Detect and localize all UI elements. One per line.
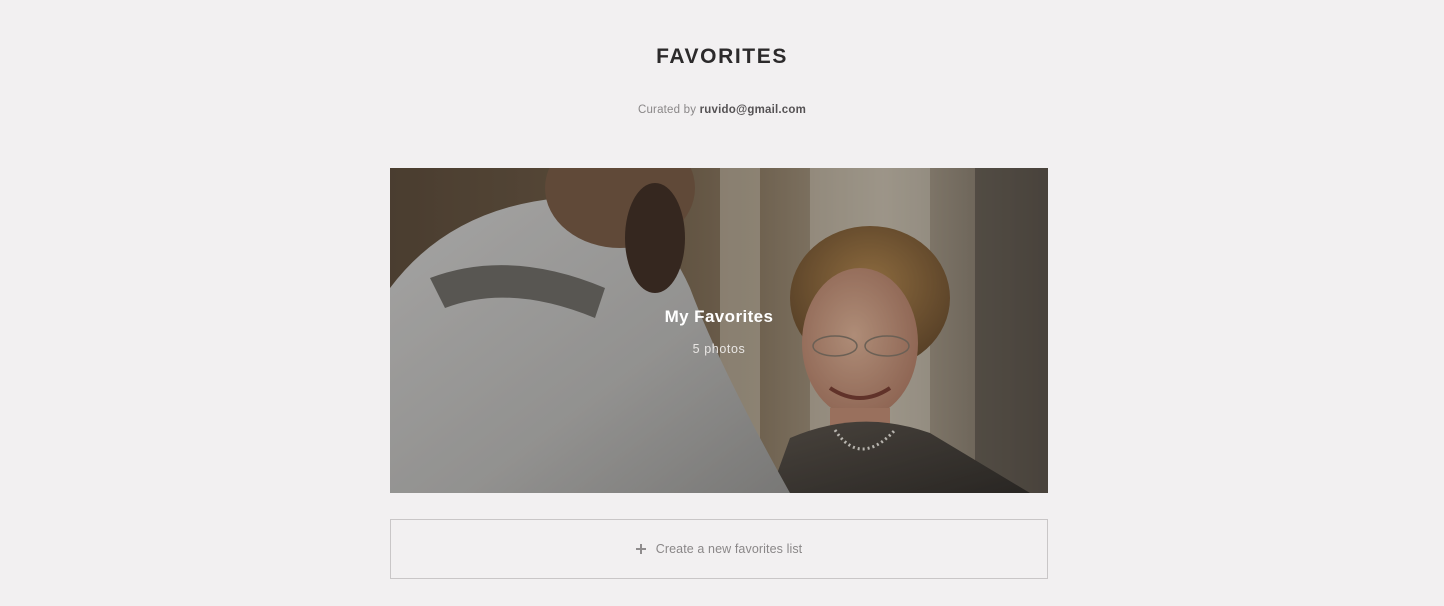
list-title: My Favorites — [664, 307, 774, 326]
page-title: FAVORITES — [656, 45, 788, 68]
curated-by-line: Curated by ruvido@gmail.com — [0, 103, 1444, 117]
card-overlay — [390, 168, 1048, 493]
curated-by-prefix: Curated by — [637, 104, 697, 116]
favorites-list-card[interactable]: My Favorites 5 photos — [390, 168, 1048, 493]
plus-icon — [635, 544, 646, 554]
create-list-label: Create a new favorites list — [655, 542, 803, 556]
favorites-page: FAVORITES Curated by ruvido@gmail.com My… — [0, 0, 1444, 606]
curator-email: ruvido@gmail.com — [699, 104, 807, 116]
create-list-button[interactable]: Create a new favorites list — [390, 519, 1048, 579]
list-photo-count: 5 photos — [692, 342, 746, 356]
